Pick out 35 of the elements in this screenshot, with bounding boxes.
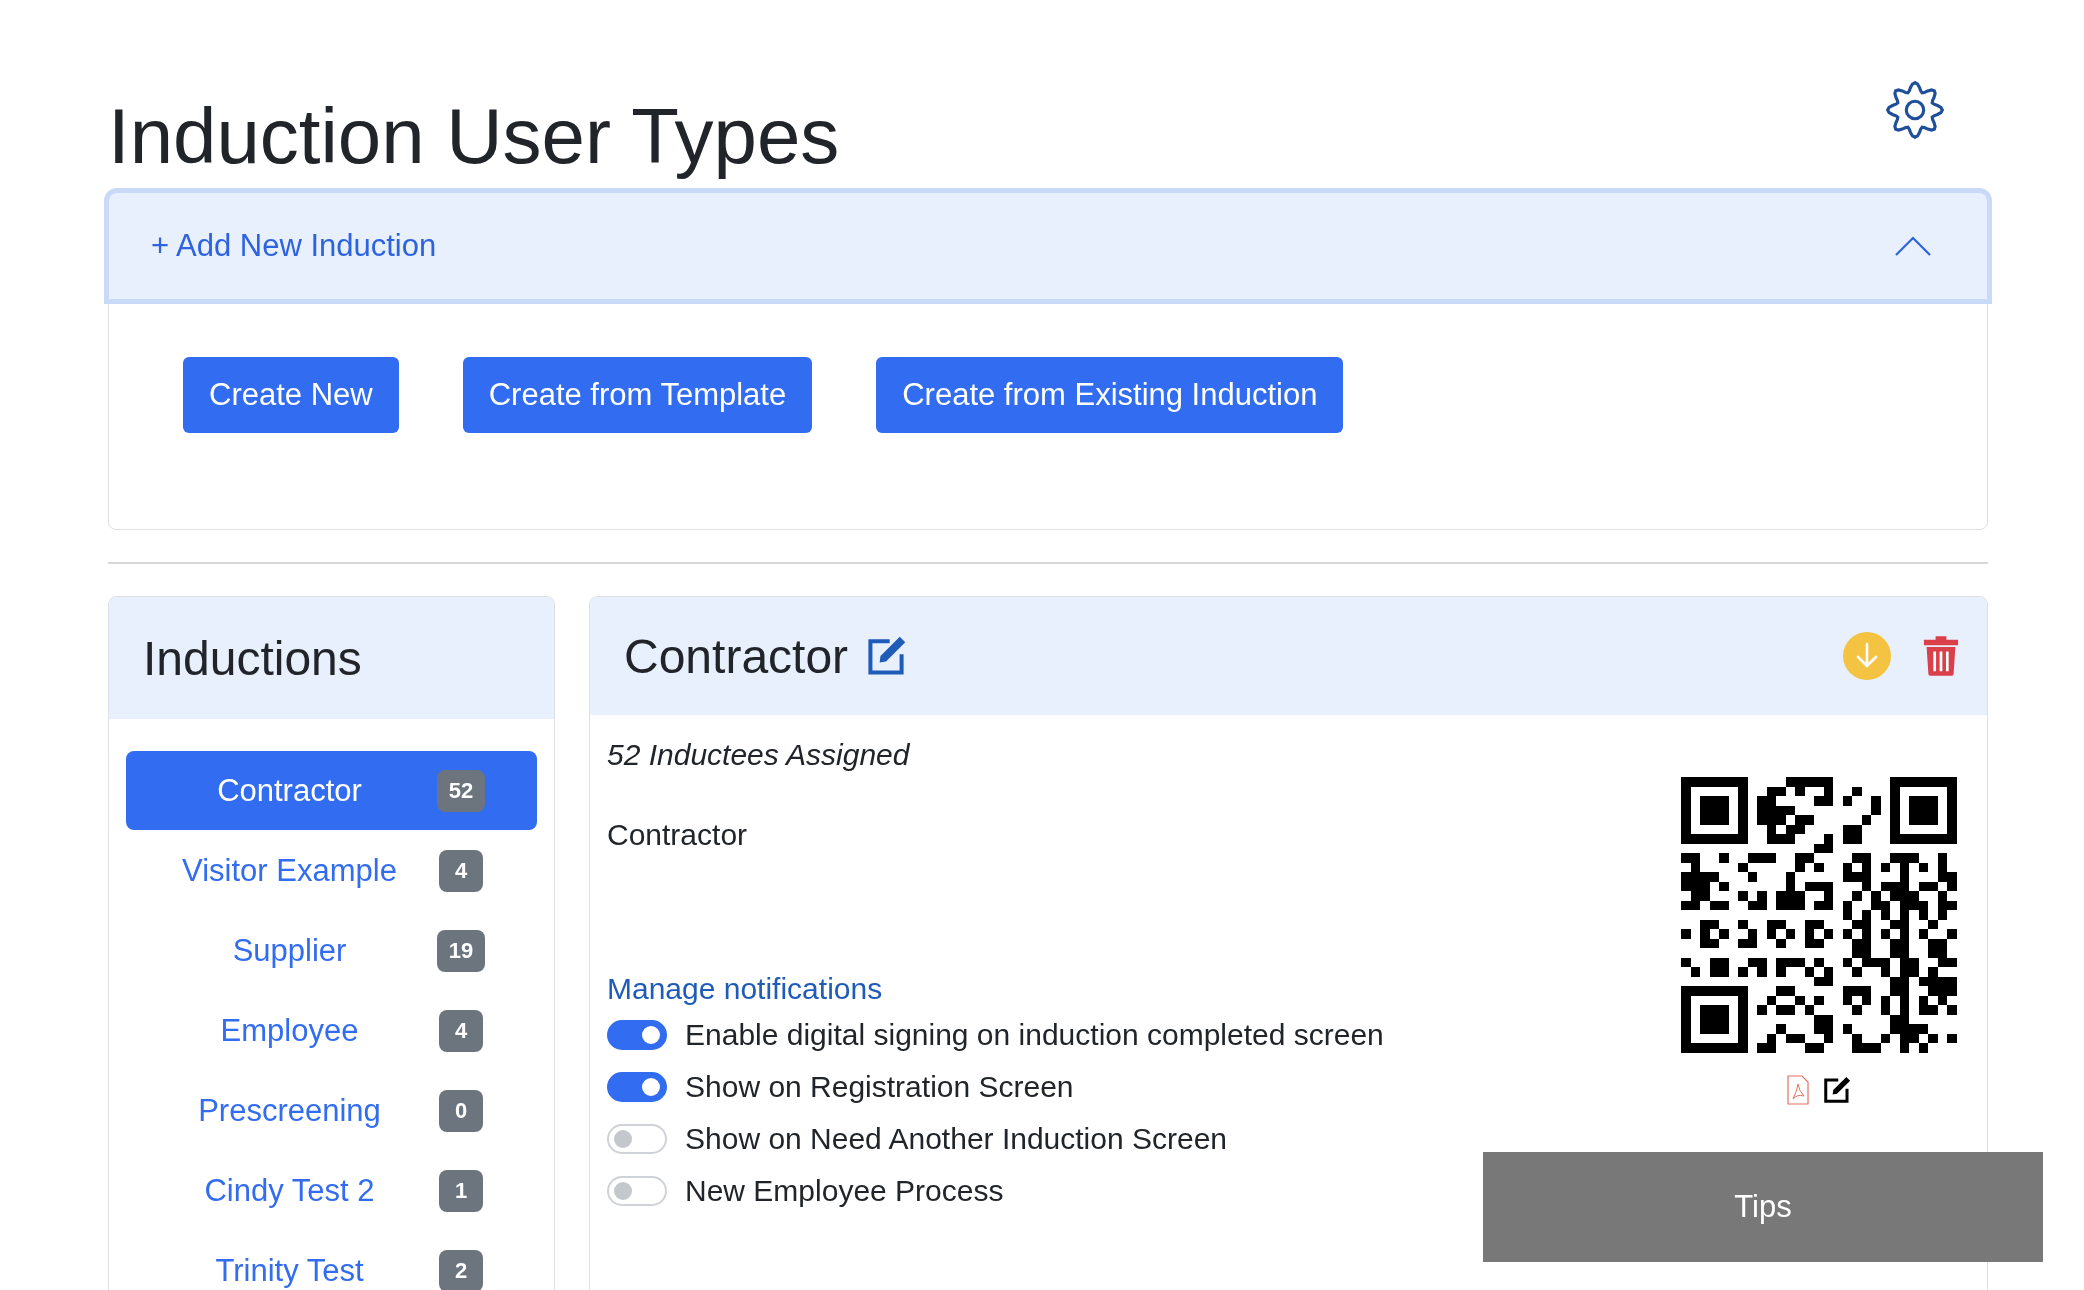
- induction-item[interactable]: Trinity Test 2: [126, 1231, 537, 1290]
- toggle-label: Enable digital signing on induction completed screen: [685, 1018, 1384, 1052]
- manage-notifications-link[interactable]: Manage notifications: [607, 969, 883, 1009]
- count-badge: 2: [439, 1249, 483, 1290]
- toggle-label: New Employee Process: [685, 1174, 1004, 1208]
- create-button[interactable]: Create New: [183, 357, 399, 433]
- edit-icon[interactable]: [1822, 1075, 1852, 1105]
- count-badge: 4: [439, 849, 483, 892]
- tips-bar[interactable]: Tips: [1483, 1152, 2043, 1262]
- induction-title: Contractor: [624, 628, 849, 684]
- count-badge: 4: [439, 1009, 483, 1052]
- induction-description: Contractor: [607, 817, 749, 853]
- induction-item[interactable]: Contractor 52: [126, 751, 537, 830]
- create-button[interactable]: Create from Existing Induction: [876, 357, 1344, 433]
- inductions-title: Inductions: [143, 630, 362, 686]
- induction-item[interactable]: Supplier 19: [126, 911, 537, 990]
- induction-item[interactable]: Prescreening 0: [126, 1071, 537, 1150]
- toggle-switch[interactable]: [607, 1020, 667, 1050]
- toggle-label: Show on Need Another Induction Screen: [685, 1122, 1228, 1156]
- induction-item[interactable]: Visitor Example 4: [126, 831, 537, 910]
- toggle-switch[interactable]: [607, 1072, 667, 1102]
- induction-item[interactable]: Employee 4: [126, 991, 537, 1070]
- count-badge: 0: [439, 1089, 483, 1132]
- add-new-induction-label: + Add New Induction: [151, 228, 437, 264]
- settings-icon[interactable]: [1886, 81, 1944, 139]
- induction-item[interactable]: Cindy Test 2 1: [126, 1151, 537, 1230]
- trash-icon[interactable]: [1923, 633, 1959, 679]
- count-badge: 52: [436, 769, 486, 812]
- count-badge: 1: [439, 1169, 483, 1212]
- toggle-label: Show on Registration Screen: [685, 1070, 1074, 1104]
- chevron-up-icon: [1895, 236, 1931, 256]
- create-button[interactable]: Create from Template: [462, 357, 813, 433]
- pdf-icon[interactable]: [1786, 1075, 1810, 1105]
- inductees-assigned-text: 52 Inductees Assigned: [607, 737, 911, 773]
- count-badge: 19: [436, 929, 486, 972]
